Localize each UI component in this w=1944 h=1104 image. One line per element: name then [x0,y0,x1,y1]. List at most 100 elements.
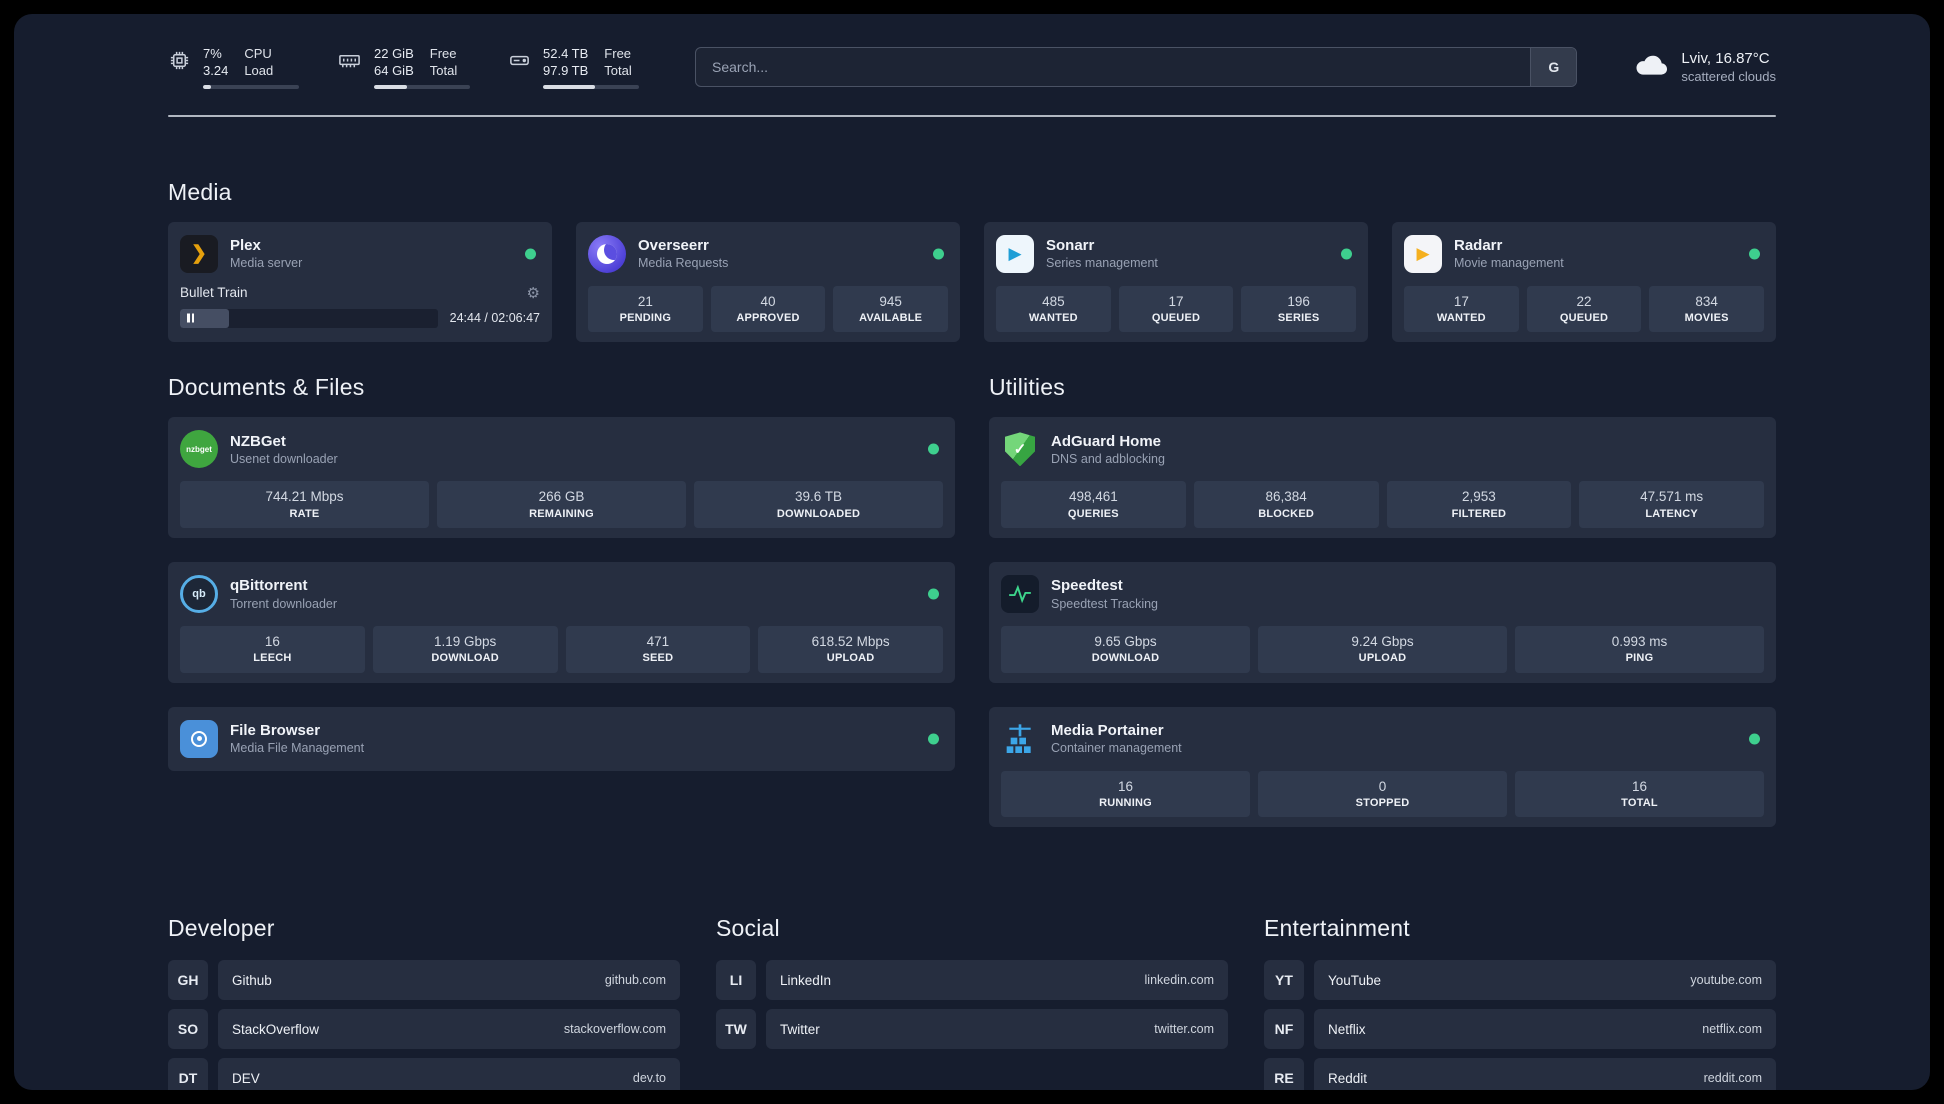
bookmark-url: linkedin.com [1144,973,1214,988]
bookmark-abbr[interactable]: TW [716,1009,756,1050]
app-card-portainer[interactable]: Media Portainer Container management 16 … [989,706,1776,828]
portainer-icon [1001,720,1039,758]
topbar: 7% 3.24 CPU Load 22 GiB 64 GiB Free Tota… [168,46,1776,89]
bookmark-name: Netflix [1328,1021,1366,1037]
stat-label: TOTAL [1621,796,1658,809]
stat-tile: 945 AVAILABLE [833,285,948,333]
stat-value: 86,384 [1265,489,1307,505]
app-card-filebrowser[interactable]: File Browser Media File Management [168,706,955,771]
bookmark-netflix[interactable]: NF Netflix netflix.com [1264,1009,1776,1050]
bookmark-link[interactable]: DEV dev.to [218,1058,680,1090]
stat-label: PENDING [619,312,672,324]
cpu-label-top: CPU [244,46,272,61]
app-card-sonarr[interactable]: ▶ Sonarr Series management 485 WANTED 17… [984,221,1368,343]
stat-value: 21 [637,293,653,309]
bookmark-link[interactable]: Twitter twitter.com [766,1009,1228,1050]
section-title-social: Social [716,915,780,942]
stat-label: QUEUED [1559,312,1609,324]
stat-tile: 16 TOTAL [1515,770,1764,818]
bookmark-link[interactable]: Reddit reddit.com [1314,1058,1776,1090]
search-engine-button[interactable]: G [1530,48,1577,87]
bookmark-link[interactable]: Github github.com [218,960,680,1001]
app-card-adguard[interactable]: ✓ AdGuard Home DNS and adblocking 498,46… [989,417,1776,538]
filebrowser-icon [180,719,218,758]
app-card-overseerr[interactable]: Overseerr Media Requests 21 PENDING 40 A… [576,221,960,343]
stat-label: LEECH [253,652,292,665]
memory-total: 64 GiB [374,62,414,78]
bookmark-link[interactable]: YouTube youtube.com [1314,960,1776,1001]
stat-tile: 86,384 BLOCKED [1193,481,1379,528]
stat-value: 618.52 Mbps [811,634,890,649]
playback-time: 24:44 / 02:06:47 [449,311,540,326]
bookmark-abbr[interactable]: LI [716,960,756,1001]
cpu-usage-bar [203,84,299,89]
stat-value: 0 [1378,778,1387,794]
bookmark-abbr[interactable]: DT [168,1058,208,1090]
bookmark-url: reddit.com [1703,1071,1762,1086]
bookmark-abbr[interactable]: RE [1264,1058,1304,1090]
app-subtitle: Container management [1051,741,1182,756]
stat-value: 47.571 ms [1640,489,1704,505]
stat-value: 40 [760,293,776,309]
memory-icon [337,49,362,77]
app-subtitle: Media File Management [230,741,365,756]
stat-value: 945 [879,293,902,309]
section-documents: Documents & Files nzbget NZBGet Usenet d… [168,374,955,851]
status-dot [933,248,944,260]
app-name: Sonarr [1046,236,1095,254]
bookmark-link[interactable]: StackOverflow stackoverflow.com [218,1009,680,1050]
memory-usage-bar [374,84,470,89]
app-card-qbittorrent[interactable]: qb qBittorrent Torrent downloader 16 LEE… [168,562,955,683]
stat-value: 17 [1453,293,1469,309]
bookmark-link[interactable]: LinkedIn linkedin.com [766,960,1228,1001]
bookmark-youtube[interactable]: YT YouTube youtube.com [1264,960,1776,1001]
gear-icon[interactable]: ⚙ [527,284,540,302]
cpu-label-bottom: Load [244,62,274,78]
bookmark-name: Twitter [780,1021,820,1037]
bookmark-dev[interactable]: DT DEV dev.to [168,1058,680,1090]
stat-label: WANTED [1436,312,1486,324]
stat-tile: 498,461 QUERIES [1001,481,1186,528]
bookmark-twitter[interactable]: TW Twitter twitter.com [716,1009,1228,1050]
stat-value: 834 [1695,293,1718,309]
stat-tile: 0.993 ms PING [1515,626,1764,673]
stat-label: LATENCY [1645,507,1698,520]
cpu-widget: 7% 3.24 CPU Load [168,46,299,89]
bookmark-abbr[interactable]: GH [168,960,208,1001]
stat-label: FILTERED [1451,507,1507,520]
stat-label: RATE [289,507,320,520]
bookmark-stackoverflow[interactable]: SO StackOverflow stackoverflow.com [168,1009,680,1050]
weather-widget: Lviv, 16.87°C scattered clouds [1633,49,1776,85]
stat-value: 9.65 Gbps [1094,634,1157,649]
bookmark-abbr[interactable]: SO [168,1009,208,1050]
stat-label: DOWNLOAD [431,652,499,665]
bookmark-github[interactable]: GH Github github.com [168,960,680,1001]
app-card-radarr[interactable]: ▶ Radarr Movie management 17 WANTED 22 Q… [1392,221,1776,343]
section-developer: Developer GH Github github.com SO StackO… [168,915,680,1090]
section-title-developer: Developer [168,915,275,942]
search-bar: G [695,47,1578,88]
stat-label: PING [1625,652,1654,665]
bookmark-link[interactable]: Netflix netflix.com [1314,1009,1776,1050]
stat-label: MOVIES [1684,312,1729,324]
pause-icon[interactable] [187,313,194,323]
stat-value: 16 [264,634,280,649]
stat-value: 17 [1168,293,1184,309]
section-media: Media ❯ Plex Media server Bullet Train ⚙… [168,179,1776,343]
app-card-plex[interactable]: ❯ Plex Media server Bullet Train ⚙ 24:44… [168,221,552,343]
bookmark-abbr[interactable]: NF [1264,1009,1304,1050]
search-input[interactable] [696,48,1531,87]
stat-tile: 618.52 Mbps UPLOAD [758,626,943,673]
playback-progress-bar[interactable] [180,308,438,328]
memory-free: 22 GiB [374,46,414,61]
bookmark-linkedin[interactable]: LI LinkedIn linkedin.com [716,960,1228,1001]
bookmark-reddit[interactable]: RE Reddit reddit.com [1264,1058,1776,1090]
topbar-divider [168,114,1776,117]
app-card-speedtest[interactable]: Speedtest Speedtest Tracking 9.65 Gbps D… [989,562,1776,683]
app-card-nzbget[interactable]: nzbget NZBGet Usenet downloader 744.21 M… [168,417,955,538]
memory-label-top: Free [429,46,457,61]
app-subtitle: Series management [1046,256,1158,271]
bookmark-abbr[interactable]: YT [1264,960,1304,1001]
app-name: Radarr [1454,236,1503,254]
cpu-values: 7% 3.24 [203,46,228,80]
